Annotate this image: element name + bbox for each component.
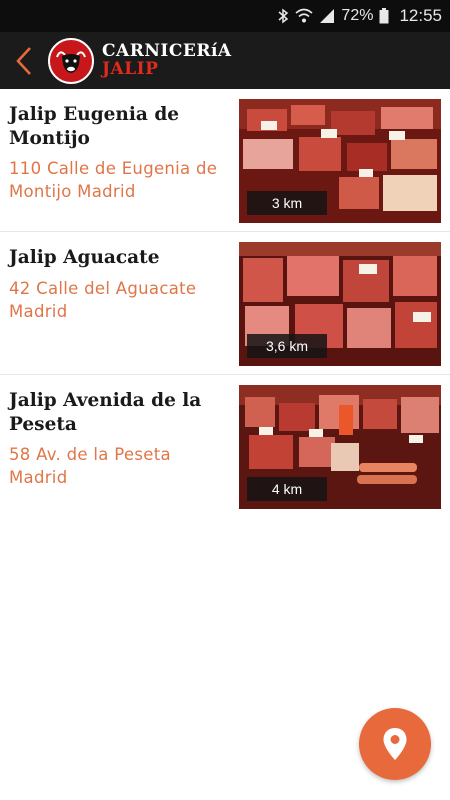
bluetooth-icon — [277, 8, 289, 24]
store-address: 58 Av. de la Peseta Madrid — [9, 445, 171, 487]
map-location-button[interactable] — [359, 708, 431, 780]
store-name: Jalip Avenida de la Peseta — [9, 390, 202, 435]
store-photo: 4 km — [239, 385, 441, 509]
store-name: Jalip Eugenia de Montijo — [9, 104, 180, 149]
store-card[interactable]: Jalip Avenida de la Peseta 58 Av. de la … — [0, 375, 450, 518]
distance-badge: 3,6 km — [247, 334, 327, 358]
distance-badge: 4 km — [247, 477, 327, 501]
brand-wordmark: CARNICERíA JALIP — [102, 43, 232, 78]
clock: 12:55 — [399, 6, 442, 25]
battery-icon — [379, 8, 389, 24]
bull-logo-icon — [56, 50, 86, 73]
store-card[interactable]: Jalip Eugenia de Montijo 110 Calle de Eu… — [0, 89, 450, 232]
status-bar: 72% 12:55 — [0, 0, 450, 32]
battery-percent: 72% — [341, 7, 374, 24]
store-name: Jalip Aguacate — [9, 247, 160, 268]
distance-badge: 3 km — [247, 191, 327, 215]
store-list: Jalip Eugenia de Montijo 110 Calle de Eu… — [0, 89, 450, 518]
back-button[interactable] — [2, 32, 46, 89]
app-bar: CARNICERíA JALIP — [0, 32, 450, 89]
store-card[interactable]: Jalip Aguacate 42 Calle del Aguacate Mad… — [0, 232, 450, 375]
store-address: 110 Calle de Eugenia de Montijo Madrid — [9, 159, 218, 201]
brand-logo — [48, 37, 94, 84]
signal-icon — [319, 8, 335, 24]
brand-line-2: JALIP — [102, 59, 159, 79]
location-pin-icon — [383, 728, 407, 760]
brand-line-1: CARNICERíA — [102, 41, 232, 61]
wifi-icon — [295, 8, 313, 24]
chevron-left-icon — [16, 46, 31, 75]
store-photo: 3 km — [239, 99, 441, 223]
store-address: 42 Calle del Aguacate Madrid — [9, 279, 197, 321]
store-photo: 3,6 km — [239, 242, 441, 366]
